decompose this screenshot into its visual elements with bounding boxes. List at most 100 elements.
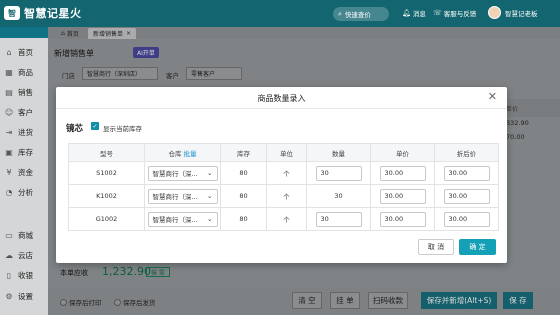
sidebar-icon: ¥ [6,167,12,177]
cell-warehouse: 智慧商行（深... ⌄ [144,184,221,208]
customer-label: 客户 [166,72,179,80]
search-icon: ⌕ [338,9,342,18]
sidebar-item[interactable]: ▭ 商城 [0,225,48,245]
messages-button[interactable]: 🔔︎ 消息 [402,8,426,18]
sidebar-item[interactable]: ☁ 云店 [0,245,48,265]
col-discount-price: 折后价 [434,143,499,162]
cell-price: 30.00 [370,184,435,208]
qty-input[interactable]: 30 [315,211,362,227]
cell-discount-price: 30.00 [434,207,499,231]
home-icon: ⌂ [61,30,65,37]
sidebar-item-label: 客户 [18,107,33,117]
sidebar-icon: ▦ [5,67,13,77]
clear-button[interactable]: 清 空 [292,292,322,309]
cell-warehouse: 智慧商行（深... ⌄ [144,207,221,231]
user-name[interactable]: 智慧记老板 [505,8,538,18]
table-row: K1002 智慧商行（深... ⌄ 80 个 30 30.00 30.00 [68,184,499,208]
col-price: 单价 [370,143,435,162]
chevron-down-icon: ⌄ [207,192,213,200]
sidebar-item-label: 首页 [18,47,33,57]
batch-link[interactable]: 批量 [184,150,197,158]
confirm-button[interactable]: 确 定 [459,239,496,255]
product-name: 镜芯 [66,124,84,134]
sidebar-item[interactable]: ▯ 收银 [0,265,48,285]
cell-price: 30.00 [370,161,435,185]
sidebar-item[interactable]: ◔ 分析 [0,182,48,202]
avatar[interactable] [488,6,501,19]
customer-select[interactable]: 零售客户 [186,67,242,80]
discount-price-input[interactable]: 30.00 [443,188,490,204]
cancel-button[interactable]: 取 消 [418,239,454,255]
sidebar-item[interactable]: ▦ 商品 [0,62,48,82]
save-and-new-button[interactable]: 保存并新增(Alt+S) [421,292,497,309]
sidebar: ⌂ 首页 ▦ 商品 ▤ 销售 ☺ 客户 ⇥ 进货 ▣ 库存 ¥ 资金 ◔ 分析 ▭ 商城 ☁ 云店 ▯ 收银 ⚙ 设置 [0,38,48,315]
sidebar-item-label: 分析 [18,187,33,197]
logo-icon: 智 [4,6,20,20]
qty-input[interactable]: 30 [315,165,362,181]
bg-price-2: 70.00 [506,133,525,141]
sidebar-item-label: 设置 [18,291,33,301]
cell-warehouse: 智慧商行（深... ⌄ [144,161,221,185]
sidebar-icon: ⚙ [5,291,13,301]
sidebar-item-label: 进货 [18,127,33,137]
sidebar-icon: ◔ [5,187,13,197]
feedback-button[interactable]: ☏ 客服与反馈 [433,8,476,18]
col-qty: 数量 [306,143,371,162]
total-receivable-value: 1,232.90 [102,265,151,278]
store-label: 门店 [62,72,75,80]
quick-price-search[interactable]: ⌕ 快速查价 [333,7,389,21]
quantity-table: 型号 仓库 批量 库存 单位 数量 单价 折后价 S1002 智慧商行（深... ⌄ 8… [68,143,499,231]
sidebar-icon: ⌂ [6,47,12,57]
discount-price-input[interactable]: 30.00 [443,165,490,181]
close-icon[interactable]: ✕ [488,90,497,103]
cell-qty: 30 [306,161,371,185]
ai-order-button[interactable]: AI开单 [133,47,159,58]
cell-unit: 个 [266,161,307,185]
price-input[interactable]: 30.00 [379,211,426,227]
col-stock: 库存 [220,143,267,162]
sidebar-item[interactable]: ▤ 销售 [0,82,48,102]
warehouse-select[interactable]: 智慧商行（深... ⌄ [147,188,218,204]
sidebar-item[interactable]: ☺ 客户 [0,102,48,122]
sidebar-item[interactable]: ⌂ 首页 [0,42,48,62]
sidebar-item[interactable]: ¥ 资金 [0,162,48,182]
col-unit: 单位 [266,143,307,162]
tab-bar: ⌂ 首页 新增销售单 × [48,27,560,39]
tab-home[interactable]: ⌂ 首页 [56,28,84,39]
cell-model: S1002 [68,161,145,185]
save-button[interactable]: 保 存 [503,292,533,309]
hang-order-button[interactable]: 挂 单 [330,292,360,309]
app-logo: 智 智慧记星火 [4,4,82,22]
warehouse-select[interactable]: 智慧商行（深... ⌄ [147,165,218,181]
sidebar-item-label: 销售 [18,87,33,97]
scan-pay-button[interactable]: 扫码收款 [368,292,408,309]
table-row: G1002 智慧商行（深... ⌄ 80 个 30 30.00 30.00 [68,207,499,231]
sidebar-item[interactable]: ▣ 库存 [0,142,48,162]
sidebar-item[interactable]: ⇥ 进货 [0,122,48,142]
warehouse-select[interactable]: 智慧商行（深... ⌄ [147,211,218,227]
discount-price-input[interactable]: 30.00 [443,211,490,227]
print-after-save-option[interactable]: 保存后打印 [60,297,102,307]
qty-value: 30 [334,192,343,200]
show-stock-label: 显示当前库存 [103,125,142,133]
cell-stock: 80 [220,161,267,185]
total-receivable-label: 本单应收 [60,269,88,277]
show-stock-checkbox[interactable]: ✓ [91,122,99,130]
cell-unit: 个 [266,184,307,208]
price-input[interactable]: 30.00 [379,188,426,204]
divider [56,108,507,109]
ship-after-save-option[interactable]: 保存后发货 [114,297,156,307]
store-select[interactable]: 智慧商行（深圳店） [82,67,158,80]
bell-icon: 🔔︎ [402,9,411,17]
quantity-entry-dialog: 商品数量录入 ✕ 镜芯 ✓ 显示当前库存 型号 仓库 批量 库存 单位 数量 单价 [56,87,507,263]
tab-new-sales-order[interactable]: 新增销售单 × [88,28,137,39]
dialog-title: 商品数量录入 [257,94,306,103]
headset-icon: ☏ [433,9,442,17]
close-icon[interactable]: × [126,30,131,37]
sidebar-item[interactable]: ⚙ 设置 [0,286,48,306]
radio-icon [60,298,67,306]
round-off-button[interactable]: 抹 零 [146,267,170,277]
price-input[interactable]: 30.00 [379,165,426,181]
table-header-row: 型号 仓库 批量 库存 单位 数量 单价 折后价 [68,143,499,162]
sidebar-icon: ☁ [5,250,13,260]
